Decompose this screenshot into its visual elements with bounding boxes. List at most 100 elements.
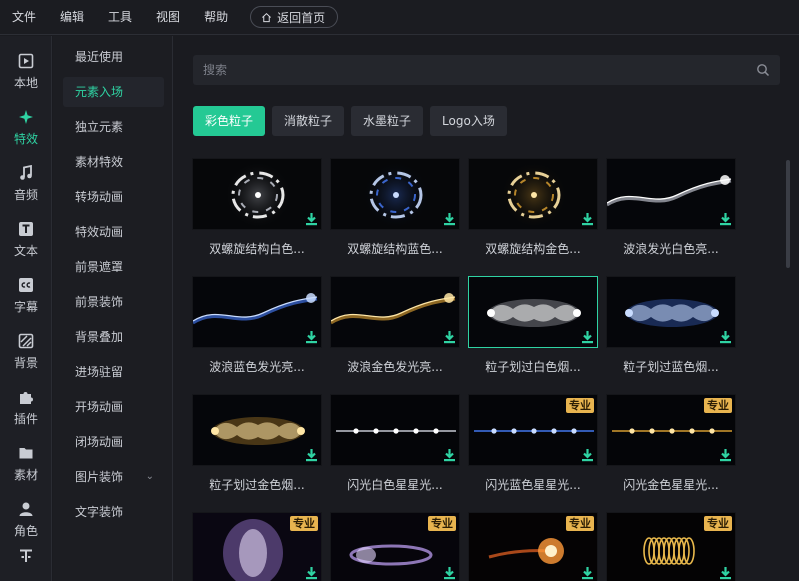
rail-label: 特效 — [13, 132, 38, 146]
effect-thumbnail[interactable] — [606, 276, 736, 348]
download-icon[interactable] — [719, 566, 732, 580]
download-icon[interactable] — [305, 330, 318, 344]
effect-preview-image — [607, 277, 735, 347]
rail-item-effects[interactable]: 特效 — [0, 100, 52, 156]
effect-card[interactable]: 专业 闪光金色星星光... — [606, 394, 736, 493]
category-item[interactable]: 独立元素 — [63, 112, 164, 142]
effect-card[interactable]: 波浪发光白色亮... — [606, 158, 736, 257]
category-label: 文字装饰 — [75, 505, 124, 519]
effect-card[interactable]: 双螺旋结构蓝色... — [330, 158, 460, 257]
effect-preview-image — [193, 277, 321, 347]
rail-item-audio[interactable]: 音频 — [0, 156, 52, 212]
menu-edit[interactable]: 编辑 — [48, 0, 96, 35]
scrollbar-thumb[interactable] — [786, 160, 790, 268]
effect-card[interactable]: 专业 — [192, 512, 322, 581]
effect-thumbnail[interactable] — [192, 394, 322, 466]
effect-thumbnail[interactable]: 专业 — [330, 512, 460, 581]
download-icon[interactable] — [719, 212, 732, 226]
effect-thumbnail[interactable] — [468, 276, 598, 348]
effect-thumbnail[interactable]: 专业 — [606, 512, 736, 581]
download-icon[interactable] — [581, 448, 594, 462]
rail-item-more[interactable] — [0, 548, 52, 578]
effect-thumbnail[interactable] — [330, 276, 460, 348]
category-item[interactable]: 前景遮罩 — [63, 252, 164, 282]
category-item[interactable]: 转场动画 — [63, 182, 164, 212]
category-item[interactable]: 图片装饰 ⌄ — [63, 462, 164, 492]
category-item[interactable]: 文字装饰 — [63, 497, 164, 527]
download-icon[interactable] — [443, 566, 456, 580]
category-item[interactable]: 进场驻留 — [63, 357, 164, 387]
effect-card[interactable]: 粒子划过蓝色烟... — [606, 276, 736, 375]
download-icon[interactable] — [443, 330, 456, 344]
download-icon[interactable] — [305, 212, 318, 226]
category-label: 素材特效 — [75, 155, 124, 169]
effect-card[interactable]: 波浪金色发光亮... — [330, 276, 460, 375]
effect-thumbnail[interactable] — [192, 276, 322, 348]
rail-item-character[interactable]: 角色 — [0, 492, 52, 548]
category-item[interactable]: 特效动画 — [63, 217, 164, 247]
effect-card[interactable]: 粒子划过白色烟... — [468, 276, 598, 375]
rail-item-background[interactable]: 背景 — [0, 324, 52, 380]
effect-preview-image — [331, 277, 459, 347]
effect-thumbnail[interactable]: 专业 — [192, 512, 322, 581]
rail-item-local[interactable]: 本地 — [0, 44, 52, 100]
sparkle-icon — [19, 110, 33, 124]
effect-card[interactable]: 专业 — [606, 512, 736, 581]
effect-thumbnail[interactable]: 专业 — [468, 394, 598, 466]
category-item[interactable]: 前景装饰 — [63, 287, 164, 317]
effect-thumbnail[interactable] — [330, 158, 460, 230]
search-icon[interactable] — [756, 63, 770, 77]
rail-item-caption[interactable]: 字幕 — [0, 268, 52, 324]
effect-card[interactable]: 专业 — [330, 512, 460, 581]
rail-label: 素材 — [13, 468, 38, 482]
effect-card[interactable]: 粒子划过金色烟... — [192, 394, 322, 493]
download-icon[interactable] — [443, 212, 456, 226]
rail-item-plugins[interactable]: 插件 — [0, 380, 52, 436]
effect-thumbnail[interactable] — [192, 158, 322, 230]
rail-item-text[interactable]: 文本 — [0, 212, 52, 268]
effects-panel: 彩色粒子 消散粒子 水墨粒子 Logo入场 双螺旋结构白色... 双螺旋结构蓝色… — [174, 36, 799, 581]
effect-card[interactable]: 专业 闪光蓝色星星光... — [468, 394, 598, 493]
home-button[interactable]: 返回首页 — [250, 6, 339, 28]
download-icon[interactable] — [443, 448, 456, 462]
chip-ink-particles[interactable]: 水墨粒子 — [351, 106, 424, 136]
download-icon[interactable] — [305, 566, 318, 580]
menu-view[interactable]: 视图 — [144, 0, 192, 35]
chip-logo-entrance[interactable]: Logo入场 — [430, 106, 507, 136]
effect-card[interactable]: 双螺旋结构金色... — [468, 158, 598, 257]
category-item[interactable]: 开场动画 — [63, 392, 164, 422]
effect-thumbnail[interactable]: 专业 — [606, 394, 736, 466]
menu-file[interactable]: 文件 — [0, 0, 48, 35]
download-icon[interactable] — [305, 448, 318, 462]
menu-tools[interactable]: 工具 — [96, 0, 144, 35]
category-label: 进场驻留 — [75, 365, 124, 379]
effect-thumbnail[interactable] — [606, 158, 736, 230]
chip-colorful-particles[interactable]: 彩色粒子 — [193, 106, 266, 136]
effect-name: 波浪金色发光亮... — [347, 360, 443, 374]
category-item[interactable]: 素材特效 — [63, 147, 164, 177]
rail-item-materials[interactable]: 素材 — [0, 436, 52, 492]
caption-icon — [19, 278, 33, 292]
download-icon[interactable] — [581, 330, 594, 344]
download-icon[interactable] — [581, 566, 594, 580]
effect-card[interactable]: 专业 — [468, 512, 598, 581]
download-icon[interactable] — [719, 330, 732, 344]
effect-thumbnail[interactable] — [468, 158, 598, 230]
category-item[interactable]: 闭场动画 — [63, 427, 164, 457]
category-item[interactable]: 最近使用 — [63, 42, 164, 72]
effect-card[interactable]: 双螺旋结构白色... — [192, 158, 322, 257]
category-item[interactable]: 背景叠加 — [63, 322, 164, 352]
download-icon[interactable] — [581, 212, 594, 226]
effect-thumbnail[interactable] — [330, 394, 460, 466]
effect-card[interactable]: 闪光白色星星光... — [330, 394, 460, 493]
home-button-label: 返回首页 — [277, 10, 326, 25]
download-icon[interactable] — [719, 448, 732, 462]
chevron-down-icon[interactable]: ⌄ — [146, 462, 154, 492]
effect-card[interactable]: 波浪蓝色发光亮... — [192, 276, 322, 375]
category-label: 元素入场 — [75, 85, 124, 99]
category-item-active[interactable]: 元素入场 — [63, 77, 164, 107]
chip-dissipate-particles[interactable]: 消散粒子 — [272, 106, 345, 136]
search-input[interactable] — [193, 55, 756, 85]
effect-thumbnail[interactable]: 专业 — [468, 512, 598, 581]
menu-help[interactable]: 帮助 — [192, 0, 240, 35]
